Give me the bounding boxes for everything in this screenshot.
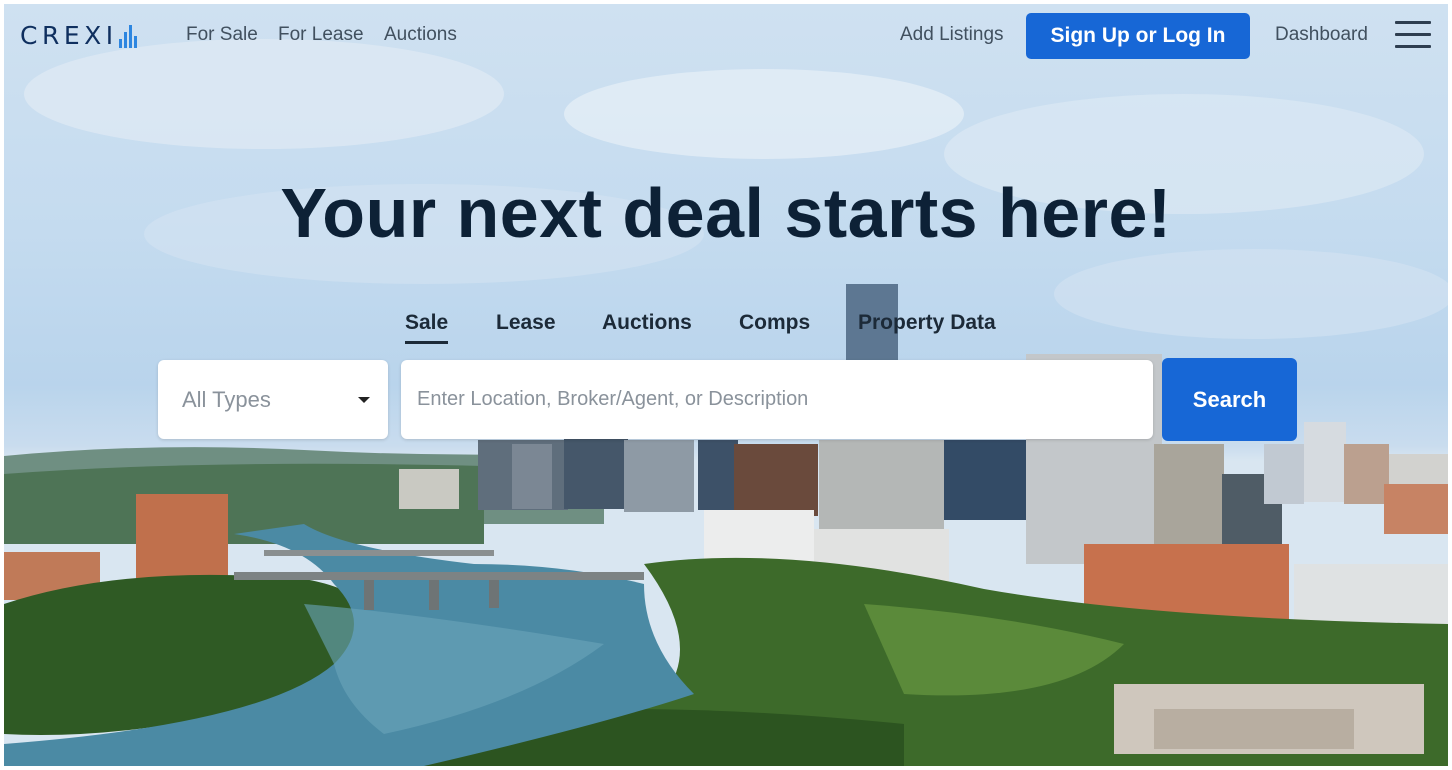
nav-auctions[interactable]: Auctions [384,25,457,44]
tab-comps[interactable]: Comps [739,312,810,333]
caret-down-icon [358,397,370,403]
hamburger-icon[interactable] [1395,20,1431,50]
top-nav: CREXI For Sale For Lease Auctions Add Li… [0,0,1452,72]
tab-lease[interactable]: Lease [496,312,556,333]
logo-wordmark: CREXI [20,21,118,50]
tab-property-data[interactable]: Property Data [858,312,996,333]
property-type-select[interactable]: All Types [158,360,388,439]
nav-dashboard[interactable]: Dashboard [1275,25,1368,44]
search-button[interactable]: Search [1162,358,1297,441]
nav-add-listings[interactable]: Add Listings [900,25,1004,44]
tab-auctions[interactable]: Auctions [602,312,692,333]
nav-for-sale[interactable]: For Sale [186,25,258,44]
logo-bars-icon [118,22,137,48]
nav-for-lease[interactable]: For Lease [278,25,364,44]
hero-headline: Your next deal starts here! [280,174,1172,252]
search-input[interactable] [401,360,1153,439]
property-type-value: All Types [182,387,271,412]
tab-sale[interactable]: Sale [405,312,449,344]
sign-up-login-button[interactable]: Sign Up or Log In [1026,13,1250,59]
crexi-logo[interactable]: CREXI [20,22,137,48]
